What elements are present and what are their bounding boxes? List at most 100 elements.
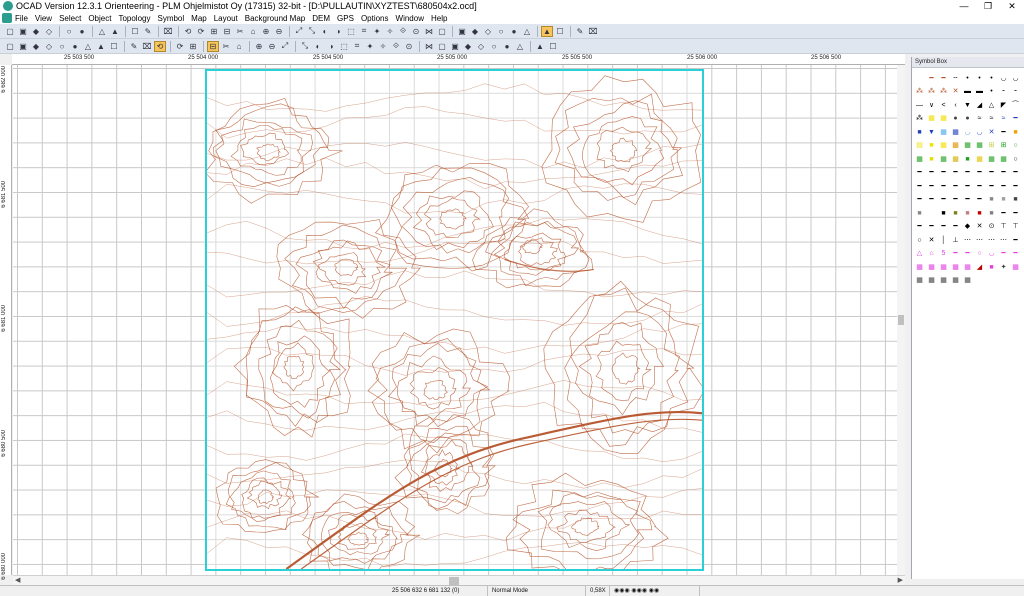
map-symbol-swatch[interactable]: ○ [1010,153,1021,165]
map-symbol-swatch[interactable]: ■ [962,153,973,165]
map-symbol-swatch[interactable]: ✕ [986,126,997,138]
map-symbol-swatch[interactable]: ◡ [974,126,985,138]
map-symbol-swatch[interactable]: ⌂ [926,248,937,260]
draw-rect-icon[interactable]: ◇ [475,41,487,52]
map-symbol-swatch[interactable]: ■ [1010,126,1021,138]
fit-view-icon[interactable]: △ [96,26,108,37]
map-symbol-swatch[interactable]: ━ [1010,207,1021,219]
map-symbol-swatch[interactable]: ○ [914,234,925,246]
map-symbol-swatch[interactable]: ✕ [974,221,985,233]
map-symbol-swatch[interactable]: ▦ [950,126,961,138]
map-symbol-swatch[interactable]: ○ [974,248,985,260]
cut-icon[interactable]: ▲ [109,26,121,37]
map-symbol-swatch[interactable]: ■ [962,207,973,219]
map-symbol-swatch[interactable]: ⋯ [986,234,997,246]
magnify-icon[interactable]: ○ [56,41,68,52]
map-symbol-swatch[interactable]: ━ [926,72,937,84]
close-icon[interactable]: ⌧ [162,26,174,37]
select-pointer-icon[interactable]: ⊟ [207,40,219,52]
contour-map[interactable] [207,71,702,569]
tool-w-icon[interactable]: ◇ [482,26,494,37]
tool-h-icon[interactable]: ⊖ [273,26,285,37]
open-file-icon[interactable]: ▣ [17,26,29,37]
draw-ellipse-icon[interactable]: ▣ [449,41,461,52]
draw-number-icon[interactable]: △ [514,41,526,52]
undo-icon[interactable]: ○ [63,26,75,37]
window-icon[interactable]: ✎ [574,26,586,37]
tool-q-icon[interactable]: ⟐ [397,26,409,37]
map-symbol-swatch[interactable]: ⊤ [998,221,1009,233]
bitmap-icon[interactable]: ☐ [554,26,566,37]
tool-t-icon[interactable]: ▢ [436,26,448,37]
tool-2h-icon[interactable]: ⟐ [390,41,402,52]
map-symbol-swatch[interactable]: ⊞ [986,140,997,152]
tool-b-icon[interactable]: ⟳ [195,26,207,37]
map-symbol-swatch[interactable]: ━ [938,194,949,206]
map-symbol-swatch[interactable]: ■ [914,126,925,138]
hand-icon[interactable]: ▣ [17,41,29,52]
zoom-in-icon[interactable]: ▢ [4,41,16,52]
menu-layout[interactable]: Layout [214,14,238,23]
tool-n-icon[interactable]: ⌗ [358,26,370,37]
menu-background-map[interactable]: Background Map [245,14,305,23]
map-symbol-swatch[interactable]: — [914,99,925,111]
zoom-rect-icon[interactable]: ▲ [95,41,107,52]
tool-l-icon[interactable]: ◑ [332,26,344,37]
restore-button[interactable]: ❐ [976,1,1000,12]
map-symbol-swatch[interactable]: ━ [998,126,1009,138]
minimize-button[interactable]: — [952,1,976,11]
map-symbol-swatch[interactable]: ━ [998,167,1009,179]
map-symbol-swatch[interactable]: ▦ [914,261,925,273]
draw-free-icon[interactable]: ● [501,41,513,52]
map-symbol-swatch[interactable]: ▬ [974,86,985,98]
map-symbol-swatch[interactable]: ▦ [938,153,949,165]
map-symbol-swatch[interactable]: ○ [1010,140,1021,152]
map-symbol-swatch[interactable]: ━ [938,221,949,233]
map-symbol-swatch[interactable]: ━ [998,207,1009,219]
link-icon[interactable]: ⌧ [587,26,599,37]
tool-2i-icon[interactable]: ⊙ [403,41,415,52]
tool-d-icon[interactable]: ⊟ [221,26,233,37]
draw-straight-icon[interactable]: ○ [488,41,500,52]
map-symbol-swatch[interactable]: ━ [998,248,1009,260]
map-symbol-swatch[interactable]: △ [986,99,997,111]
map-symbol-swatch[interactable]: ▦ [974,140,985,152]
close-window-button[interactable]: ✕ [1000,1,1024,12]
save-icon[interactable]: ◆ [30,26,42,37]
gps-person-icon[interactable]: ▲ [541,25,553,37]
map-symbol-swatch[interactable]: ▦ [998,153,1009,165]
tool-2b-icon[interactable]: ◐ [312,41,324,52]
vertical-scrollbar[interactable] [897,65,905,575]
draw-line-icon[interactable]: ⋈ [423,41,435,52]
zoom-window-icon[interactable]: ◆ [30,41,42,52]
tool-2g-icon[interactable]: ✧ [377,41,389,52]
map-symbol-swatch[interactable]: ■ [998,194,1009,206]
tool-a-icon[interactable]: ⟲ [182,26,194,37]
map-symbol-swatch[interactable]: ━ [950,221,961,233]
map-symbol-swatch[interactable]: ⊤ [1010,221,1021,233]
tool-o-icon[interactable]: ✦ [371,26,383,37]
map-symbol-swatch[interactable]: ━ [1010,234,1021,246]
map-symbol-swatch[interactable]: ⊙ [986,221,997,233]
map-symbol-swatch[interactable]: ▦ [926,261,937,273]
map-symbol-swatch[interactable]: ● [950,113,961,125]
map-symbol-swatch[interactable]: ▦ [914,153,925,165]
map-symbol-swatch[interactable]: ⁂ [914,86,925,98]
map-symbol-swatch[interactable]: ∨ [926,99,937,111]
rotate-icon[interactable]: ⤢ [279,41,291,52]
tool-2f-icon[interactable]: ✦ [364,41,376,52]
map-symbol-swatch[interactable]: ━ [1010,167,1021,179]
map-symbol-swatch[interactable]: △ [914,248,925,260]
map-symbol-swatch[interactable]: ▼ [926,126,937,138]
map-symbol-swatch[interactable]: ╌ [950,72,961,84]
map-symbol-swatch[interactable]: ■ [986,207,997,219]
map-symbol-swatch[interactable]: ■ [974,207,985,219]
map-symbol-swatch[interactable]: ⁂ [926,86,937,98]
map-symbol-swatch[interactable]: ⊞ [998,140,1009,152]
tool-2e-icon[interactable]: ⌗ [351,41,363,52]
map-symbol-swatch[interactable]: ■ [950,207,961,219]
map-symbol-swatch[interactable]: • [962,72,973,84]
menu-topology[interactable]: Topology [118,14,150,23]
map-symbol-swatch[interactable]: ⁃ [998,86,1009,98]
menu-map[interactable]: Map [191,14,207,23]
